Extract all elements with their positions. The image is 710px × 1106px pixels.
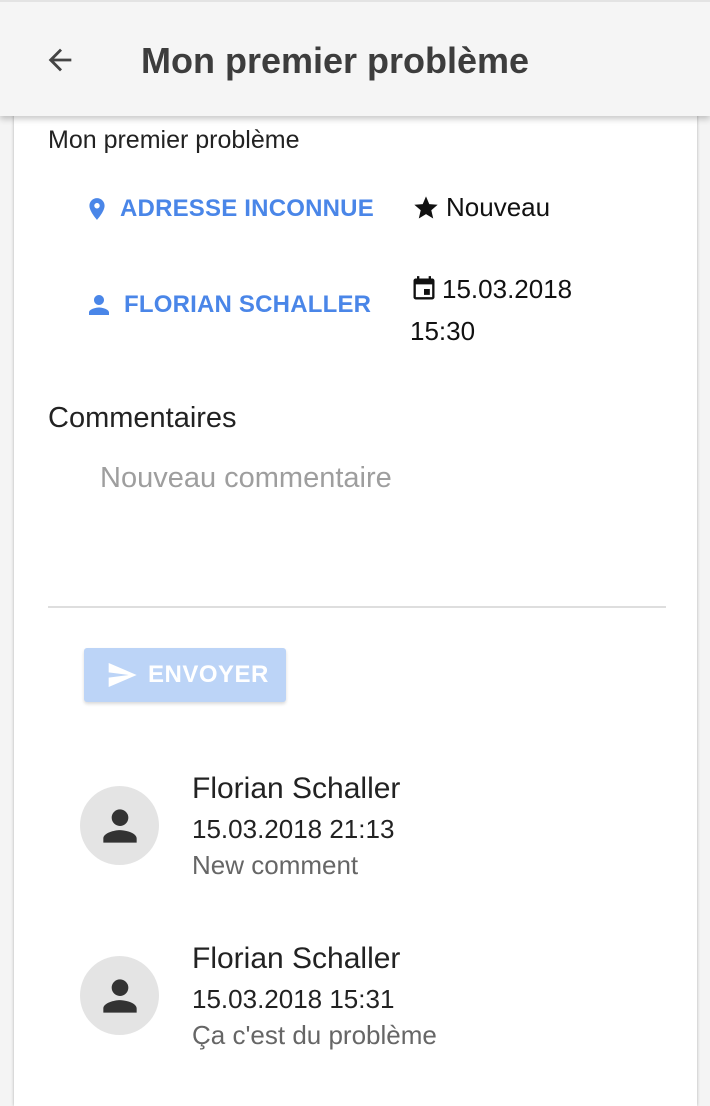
time-value: 15:30 <box>410 316 476 346</box>
comment-author: Florian Schaller <box>192 772 401 805</box>
avatar <box>80 786 159 865</box>
star-icon <box>414 195 438 218</box>
new-comment-input[interactable] <box>100 462 660 582</box>
calendar-icon <box>413 276 435 300</box>
comment-item: Florian Schaller 15.03.2018 15:31 Ça c'e… <box>80 942 670 1062</box>
arrow-back-icon <box>48 48 72 72</box>
reporter-link[interactable]: FLORIAN SCHALLER <box>84 290 371 320</box>
input-underline <box>48 606 666 608</box>
problem-title: Mon premier problème <box>48 126 300 154</box>
address-link[interactable]: ADRESSE INCONNUE <box>84 192 374 226</box>
send-icon <box>108 663 137 687</box>
person-avatar-icon <box>102 808 137 843</box>
status-label: Nouveau <box>446 192 551 222</box>
send-button[interactable]: ENVOYER <box>84 648 286 702</box>
date-value: 15.03.2018 <box>442 274 573 304</box>
page-title: Mon premier problème <box>141 40 530 81</box>
status-indicator: Nouveau <box>412 192 550 223</box>
location-pin-icon <box>89 198 105 220</box>
avatar <box>80 956 159 1035</box>
comment-date: 15.03.2018 21:13 <box>192 814 395 844</box>
comment-author: Florian Schaller <box>192 942 401 975</box>
person-icon <box>89 295 109 315</box>
reporter-label: FLORIAN SCHALLER <box>124 291 372 318</box>
send-label: ENVOYER <box>148 661 269 688</box>
comments-heading: Commentaires <box>48 402 237 434</box>
comment-text: New comment <box>192 850 359 880</box>
address-label: ADRESSE INCONNUE <box>120 195 374 222</box>
person-avatar-icon <box>102 978 137 1013</box>
problem-date: 15.03.2018 15:30 <box>410 268 572 352</box>
comment-item: Florian Schaller 15.03.2018 21:13 New co… <box>80 772 670 892</box>
comment-text: Ça c'est du problème <box>192 1020 437 1050</box>
comment-date: 15.03.2018 15:31 <box>192 984 395 1014</box>
back-button[interactable] <box>30 30 90 90</box>
app-toolbar: Mon premier problème <box>0 0 710 116</box>
